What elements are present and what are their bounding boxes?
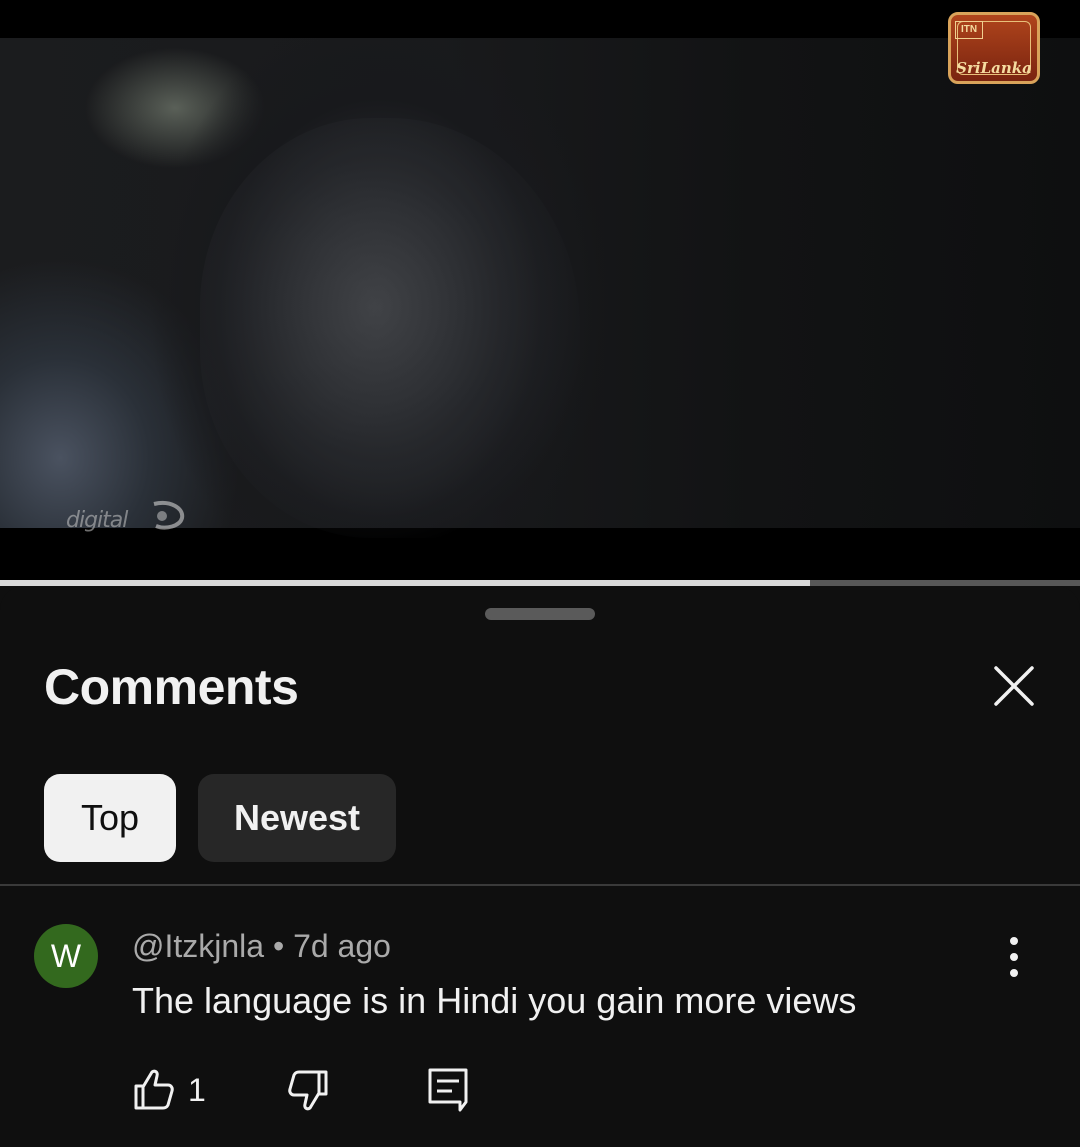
comments-sheet: Comments Top Newest W @Itzkjnla • 7d ago… — [0, 586, 1080, 1147]
channel-logo: ITN SriLanka — [948, 12, 1040, 84]
channel-logo-badge: ITN — [955, 21, 983, 39]
thumbs-up-icon[interactable] — [128, 1066, 178, 1114]
broadcaster-watermark: digital — [66, 508, 128, 533]
youtube-watch-page: digital ITN SriLanka Comments Top Newest… — [0, 0, 1080, 1147]
section-divider — [0, 884, 1080, 886]
comment-author[interactable]: @Itzkjnla — [132, 928, 264, 964]
channel-logo-script: SriLanka — [956, 59, 1032, 77]
comment-meta: @Itzkjnla • 7d ago — [132, 928, 391, 965]
more-vert-icon[interactable] — [994, 932, 1034, 982]
video-subject — [200, 118, 580, 538]
close-icon[interactable] — [988, 660, 1040, 712]
filter-chip-top[interactable]: Top — [44, 774, 176, 862]
comment-text: The language is in Hindi you gain more v… — [132, 980, 857, 1021]
thumbs-down-icon[interactable] — [284, 1066, 334, 1114]
video-frame — [0, 38, 1080, 538]
sheet-drag-handle[interactable] — [485, 608, 595, 620]
filter-chip-newest[interactable]: Newest — [198, 774, 396, 862]
watermark-logo-icon — [153, 501, 185, 530]
comments-title: Comments — [44, 659, 299, 715]
meta-separator: • — [272, 928, 285, 964]
video-player[interactable]: digital ITN SriLanka — [0, 0, 1080, 586]
comment-time: 7d ago — [293, 928, 391, 964]
avatar[interactable]: W — [34, 924, 98, 988]
like-count: 1 — [188, 1072, 206, 1108]
reply-icon[interactable] — [424, 1066, 474, 1114]
